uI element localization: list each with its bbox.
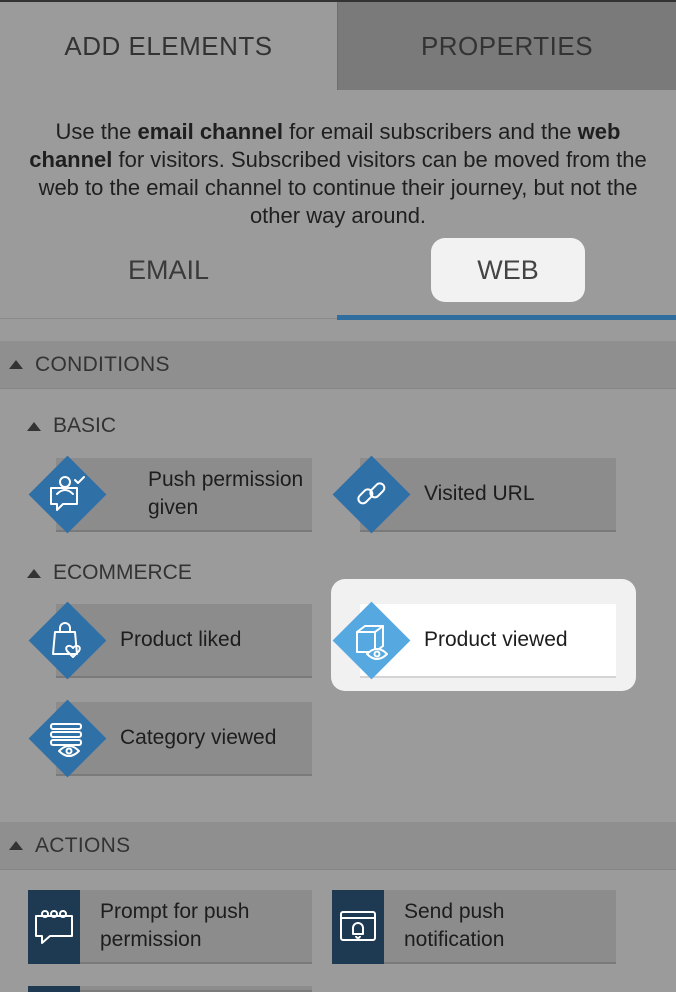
channel-active-underline xyxy=(337,315,676,320)
bag-heart-icon xyxy=(28,601,107,680)
action-label: Send push notification xyxy=(404,900,505,951)
window-bell-icon xyxy=(332,890,384,964)
action-label: Prompt for push permission xyxy=(100,900,250,951)
desc-email-channel: email channel xyxy=(137,119,283,144)
condition-push-permission-given[interactable]: Push permission given xyxy=(28,455,312,534)
channel-tab-web[interactable]: WEB xyxy=(431,238,585,302)
subsection-header-basic[interactable]: BASIC xyxy=(27,414,116,438)
section-header-actions[interactable]: ACTIONS xyxy=(0,822,676,870)
section-header-conditions[interactable]: CONDITIONS xyxy=(0,341,676,389)
desc-text-1: Use the xyxy=(55,119,138,144)
collapse-triangle-icon xyxy=(27,568,41,578)
collapse-triangle-icon xyxy=(9,841,23,850)
collapse-triangle-icon xyxy=(9,360,23,369)
panel-tabs: ADD ELEMENTS PROPERTIES xyxy=(0,2,676,90)
chat-dots-icon xyxy=(28,890,80,964)
subsection-header-ecommerce[interactable]: ECOMMERCE xyxy=(27,561,192,585)
link-icon xyxy=(332,455,411,534)
condition-label: Category viewed xyxy=(120,726,277,749)
action-card-partial[interactable] xyxy=(28,986,312,992)
desc-text-3: for visitors. Subscribed visitors can be… xyxy=(38,147,647,228)
condition-label: Product liked xyxy=(120,628,242,651)
channel-divider xyxy=(0,318,337,319)
subsection-label-ecommerce: ECOMMERCE xyxy=(53,561,192,584)
section-label-actions: ACTIONS xyxy=(35,833,131,857)
tab-add-elements[interactable]: ADD ELEMENTS xyxy=(0,2,337,90)
action-prompt-push-permission[interactable]: Prompt for push permission xyxy=(28,890,312,964)
condition-visited-url[interactable]: Visited URL xyxy=(332,455,616,534)
condition-label: Push permission given xyxy=(148,468,304,519)
condition-product-viewed[interactable]: Product viewed xyxy=(332,601,616,680)
collapse-triangle-icon xyxy=(27,421,41,431)
condition-label: Visited URL xyxy=(424,482,535,505)
desc-text-2: for email subscribers and the xyxy=(282,119,578,144)
box-eye-icon xyxy=(332,601,411,680)
condition-label: Product viewed xyxy=(424,628,568,651)
condition-category-viewed[interactable]: Category viewed xyxy=(28,699,312,778)
action-send-push-notification[interactable]: Send push notification xyxy=(332,890,616,964)
list-eye-icon xyxy=(28,699,107,778)
section-label-conditions: CONDITIONS xyxy=(35,352,170,376)
channel-description: Use the email channel for email subscrib… xyxy=(20,118,656,230)
person-chat-check-icon xyxy=(28,455,107,534)
tab-properties[interactable]: PROPERTIES xyxy=(337,2,676,90)
channel-tab-email[interactable]: EMAIL xyxy=(0,238,337,302)
action-icon-partial xyxy=(28,986,80,992)
condition-product-liked[interactable]: Product liked xyxy=(28,601,312,680)
subsection-label-basic: BASIC xyxy=(53,414,117,437)
